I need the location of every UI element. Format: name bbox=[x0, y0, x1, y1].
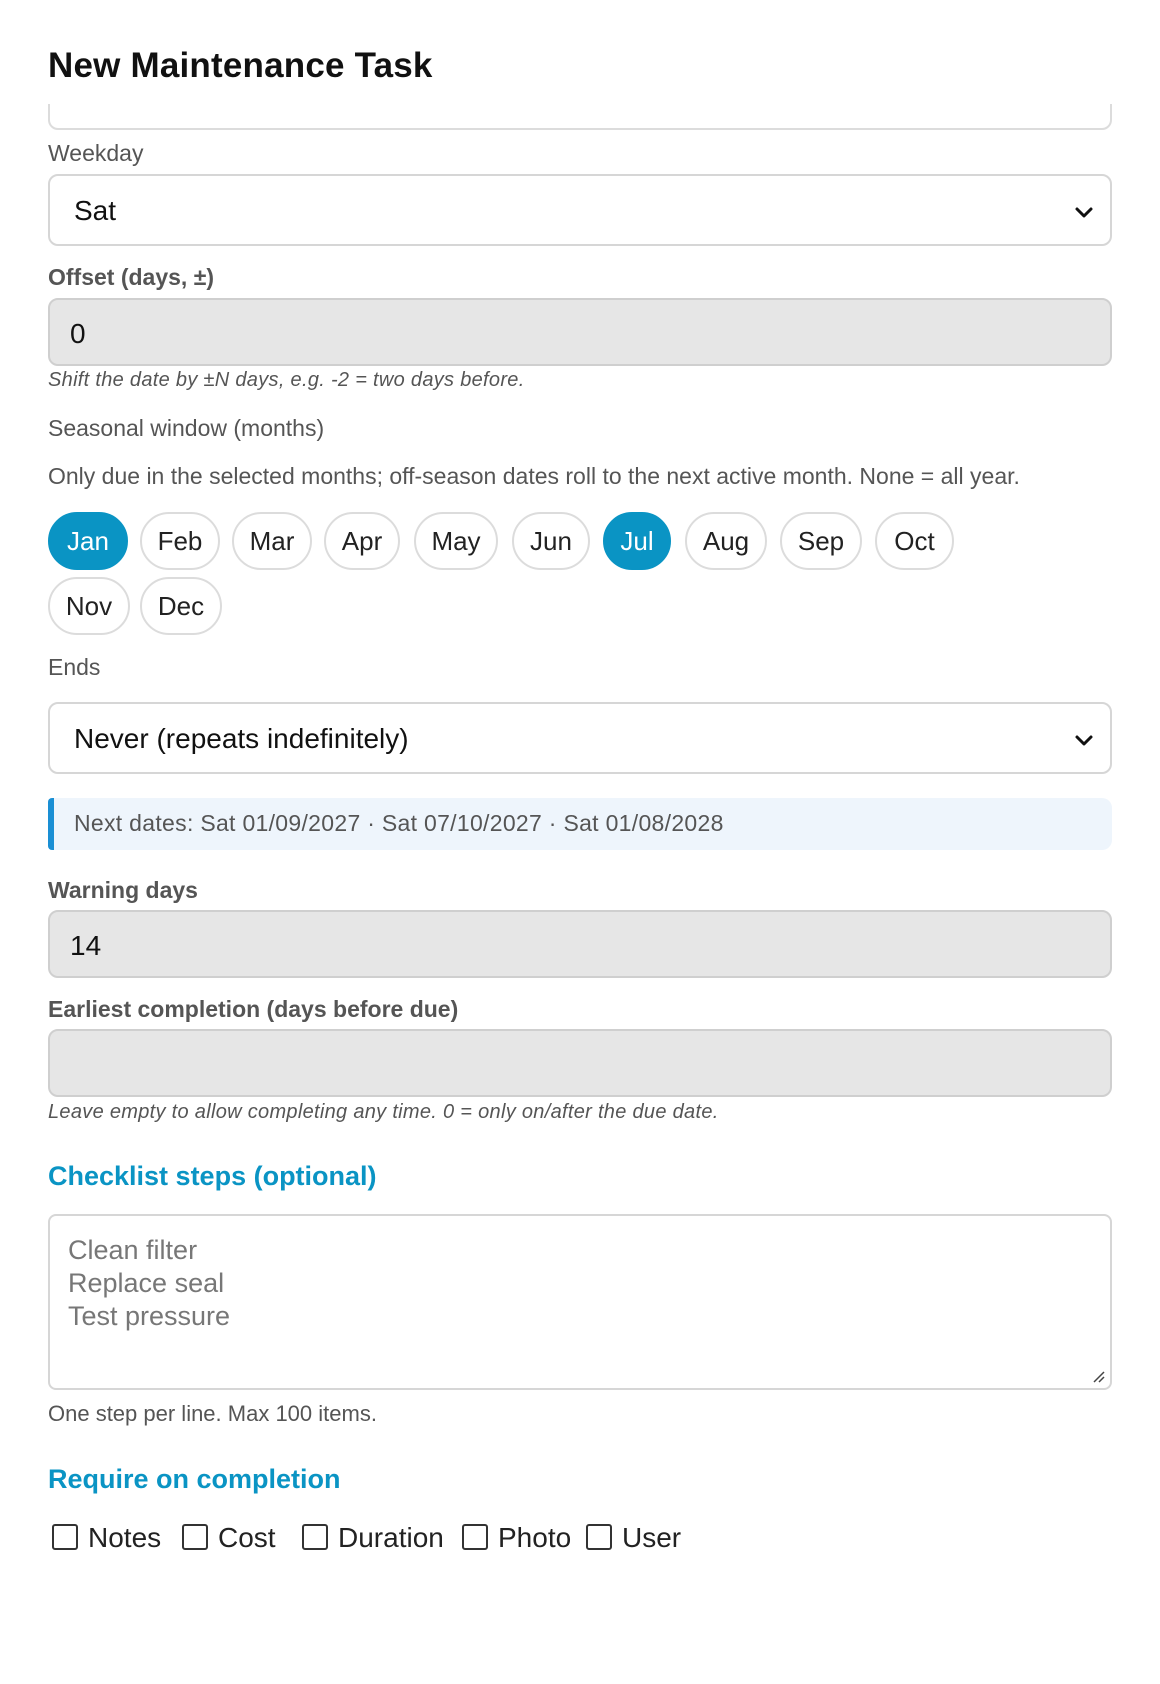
page-title: New Maintenance Task bbox=[48, 46, 433, 85]
placeholder-line: Clean filter bbox=[68, 1235, 198, 1265]
user-checkbox-label[interactable]: User bbox=[622, 1522, 681, 1554]
chevron-down-icon bbox=[1075, 207, 1093, 218]
ends-label: Ends bbox=[48, 654, 101, 680]
earliest-completion-hint: Leave empty to allow completing any time… bbox=[48, 1101, 719, 1123]
weekday-select[interactable]: Sat bbox=[48, 174, 1112, 246]
month-chip-feb[interactable]: Feb bbox=[140, 512, 220, 570]
offset-label: Offset (days, ±) bbox=[48, 264, 214, 290]
duration-checkbox-label[interactable]: Duration bbox=[338, 1522, 444, 1554]
offset-hint: Shift the date by ±N days, e.g. -2 = two… bbox=[48, 369, 525, 391]
month-chip-jan[interactable]: Jan bbox=[48, 512, 128, 570]
resize-grip-icon[interactable] bbox=[1090, 1368, 1106, 1384]
seasonal-description: Only due in the selected months; off-sea… bbox=[48, 463, 1020, 489]
weekday-label: Weekday bbox=[48, 140, 144, 166]
offset-value: 0 bbox=[70, 318, 86, 349]
placeholder-line: Test pressure bbox=[68, 1301, 231, 1331]
checklist-hint: One step per line. Max 100 items. bbox=[48, 1401, 377, 1426]
earliest-completion-label: Earliest completion (days before due) bbox=[48, 996, 459, 1022]
photo-checkbox[interactable] bbox=[462, 1524, 488, 1550]
notes-checkbox[interactable] bbox=[52, 1524, 78, 1550]
offset-input[interactable]: 0 bbox=[48, 298, 1112, 366]
month-chip-nov[interactable]: Nov bbox=[48, 577, 130, 635]
ends-select[interactable]: Never (repeats indefinitely) bbox=[48, 702, 1112, 774]
checklist-textarea[interactable]: Clean filter Replace seal Test pressure bbox=[48, 1214, 1112, 1390]
placeholder-line: Replace seal bbox=[68, 1268, 225, 1298]
earliest-completion-input[interactable] bbox=[48, 1029, 1112, 1097]
month-chip-jul[interactable]: Jul bbox=[603, 512, 671, 570]
month-chip-mar[interactable]: Mar bbox=[232, 512, 312, 570]
warning-days-input[interactable]: 14 bbox=[48, 910, 1112, 978]
month-chip-jun[interactable]: Jun bbox=[512, 512, 590, 570]
next-dates-info: Next dates: Sat 01/09/2027 · Sat 07/10/2… bbox=[48, 798, 1112, 850]
require-heading: Require on completion bbox=[48, 1464, 341, 1494]
weekday-value: Sat bbox=[74, 195, 117, 226]
duration-checkbox[interactable] bbox=[302, 1524, 328, 1550]
ends-value: Never (repeats indefinitely) bbox=[74, 723, 409, 754]
next-dates-text: Next dates: Sat 01/09/2027 · Sat 07/10/2… bbox=[74, 810, 724, 836]
month-chip-sep[interactable]: Sep bbox=[780, 512, 862, 570]
seasonal-label: Seasonal window (months) bbox=[48, 415, 325, 441]
month-chip-oct[interactable]: Oct bbox=[875, 512, 954, 570]
checklist-heading: Checklist steps (optional) bbox=[48, 1161, 377, 1191]
form-scroll-area[interactable]: Weekday Sat Offset (days, ±) 0 Shift the… bbox=[0, 104, 1160, 1656]
user-checkbox[interactable] bbox=[586, 1524, 612, 1550]
warning-days-label: Warning days bbox=[48, 877, 198, 903]
warning-days-value: 14 bbox=[70, 930, 102, 961]
month-chip-dec[interactable]: Dec bbox=[140, 577, 222, 635]
checklist-placeholder: Clean filter Replace seal Test pressure bbox=[68, 1234, 230, 1333]
chevron-down-icon bbox=[1075, 735, 1093, 746]
cost-checkbox[interactable] bbox=[182, 1524, 208, 1550]
notes-checkbox-label[interactable]: Notes bbox=[88, 1522, 161, 1554]
previous-field-input[interactable] bbox=[48, 104, 1112, 130]
month-chip-apr[interactable]: Apr bbox=[324, 512, 400, 570]
cost-checkbox-label[interactable]: Cost bbox=[218, 1522, 276, 1554]
month-chip-may[interactable]: May bbox=[414, 512, 498, 570]
photo-checkbox-label[interactable]: Photo bbox=[498, 1522, 571, 1554]
month-chip-aug[interactable]: Aug bbox=[685, 512, 767, 570]
